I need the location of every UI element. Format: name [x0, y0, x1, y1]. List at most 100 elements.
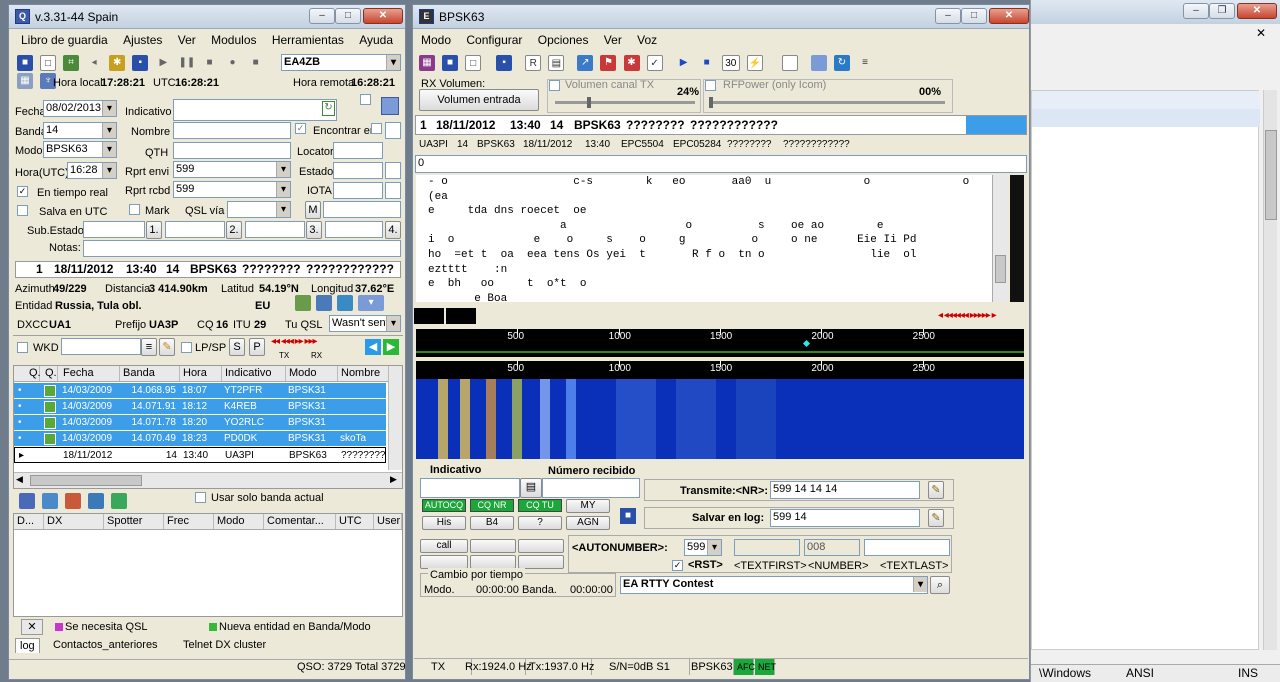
col-modo[interactable]: Modo — [286, 366, 338, 381]
copy-icon[interactable]: ▤ — [520, 478, 542, 498]
log-minimize-button[interactable]: – — [309, 8, 335, 24]
contest-search-icon[interactable]: ⌕ — [930, 576, 950, 594]
brush-icon[interactable]: ✎ — [159, 338, 175, 356]
photo-icon[interactable] — [316, 295, 333, 311]
sync-icon[interactable]: ↻ — [834, 55, 850, 71]
col-nombre[interactable]: Nombre — [338, 366, 390, 381]
agn-button[interactable]: AGN — [566, 516, 610, 530]
col-hora[interactable]: Hora — [180, 366, 222, 381]
col-q1[interactable]: Q. — [26, 366, 41, 381]
qth-field[interactable] — [173, 142, 291, 159]
rx-text-area[interactable]: - o c-s k eo aa0 u o o (ea e tda dns roece… — [416, 175, 992, 302]
menu-ayuda[interactable]: Ayuda — [359, 33, 393, 47]
fecha-field[interactable]: 08/02/2013 — [43, 100, 117, 117]
encontrar-checkbox-2[interactable] — [371, 123, 382, 134]
bg-scrollbar[interactable] — [1263, 90, 1277, 650]
afc-tool-icon[interactable]: ✱ — [623, 55, 640, 71]
spectrum-icon[interactable]: ▦ — [419, 55, 435, 71]
sub-estado-button-1[interactable]: 1. — [146, 221, 162, 239]
tab-log[interactable]: log — [15, 638, 40, 653]
status-net[interactable]: NET — [755, 659, 776, 675]
call-button[interactable]: call — [420, 539, 468, 553]
modem-new-icon[interactable]: □ — [465, 55, 482, 71]
notas-field[interactable] — [83, 240, 401, 257]
bg-restore-button[interactable]: ❐ — [1209, 3, 1235, 19]
modem-checkbox-icon[interactable] — [781, 55, 798, 71]
qsl-via-select[interactable] — [227, 201, 291, 218]
menu-modo[interactable]: Modo — [421, 33, 451, 47]
indicativo-checkbox[interactable] — [360, 94, 371, 105]
map-icon[interactable] — [295, 295, 311, 311]
refresh-icon[interactable]: ↻ — [322, 101, 335, 116]
spot-col-dx[interactable]: DX — [44, 514, 104, 529]
menu-modulos[interactable]: Modulos — [211, 33, 256, 47]
usar-banda-checkbox[interactable] — [195, 492, 206, 503]
macro-r-icon[interactable]: R — [525, 55, 542, 71]
autocq-button[interactable]: AUTOCQ — [422, 499, 466, 512]
nombre-field[interactable] — [173, 122, 291, 139]
sub-estado-button-2[interactable]: 2. — [226, 221, 242, 239]
log-grid-vscroll[interactable] — [388, 366, 402, 470]
banda-select[interactable]: 14 — [43, 122, 117, 139]
cluster-icon-4[interactable] — [88, 493, 105, 509]
tree-icon[interactable]: ⌗ — [63, 55, 80, 71]
bg-close-doc-icon[interactable]: ✕ — [1256, 26, 1266, 40]
macro-empty-3[interactable] — [420, 555, 468, 569]
open-icon[interactable]: ↗ — [577, 55, 594, 71]
tx-play-icon[interactable]: ▶ — [676, 55, 692, 71]
col-indicativo[interactable]: Indicativo — [222, 366, 286, 381]
rx-scrollbar[interactable] — [992, 175, 1008, 302]
macro-icon[interactable]: ▤ — [548, 55, 565, 71]
sub-estado-field-2[interactable] — [165, 221, 225, 238]
spot-col-frec[interactable]: Frec — [164, 514, 214, 529]
tu-qsl-select[interactable]: Wasn't sent — [329, 315, 401, 332]
autonumber-select[interactable]: 599 — [684, 539, 722, 556]
stop2-icon[interactable]: ■ — [248, 55, 264, 71]
col-q2[interactable]: Q. — [42, 366, 58, 381]
tx-rx-arrows[interactable]: ◂◂ ◂◂◂ ▸▸ ▸▸▸ — [271, 336, 318, 347]
col-fecha[interactable]: Fecha — [60, 366, 120, 381]
status-afc[interactable]: AFC — [734, 659, 755, 675]
numero-input[interactable] — [542, 478, 640, 498]
back-arrow-icon[interactable]: ◀ — [365, 339, 381, 355]
tab-contactos[interactable]: Contactos_anteriores — [53, 639, 158, 651]
spot-col-spotter[interactable]: Spotter — [104, 514, 164, 529]
modem-minimize-button[interactable]: – — [935, 8, 961, 24]
menu-herramientas[interactable]: Herramientas — [272, 33, 344, 47]
iota-field[interactable] — [333, 182, 383, 199]
log-grid-hscroll[interactable]: ◀ ▶ — [14, 472, 402, 488]
prev-arrow-icon[interactable]: ◂ — [86, 55, 102, 71]
tx-stop-icon[interactable]: ■ — [699, 55, 715, 71]
volumen-entrada-button[interactable]: Volumen entrada — [419, 89, 539, 111]
playback-arrows[interactable]: ◂ ◂◂◂◂◂◂ ▸▸▸▸▸ ▸ — [938, 310, 997, 321]
wkd-checkbox[interactable] — [17, 342, 28, 353]
spot-col-comentario[interactable]: Comentar... — [264, 514, 336, 529]
menu-ver[interactable]: Ver — [178, 33, 196, 47]
sub-estado-button-3[interactable]: 3. — [306, 221, 322, 239]
macro-empty-5[interactable] — [518, 555, 564, 569]
menu-ajustes[interactable]: Ajustes — [123, 33, 162, 47]
modem-disk-icon[interactable]: ▪ — [496, 55, 513, 71]
table-row[interactable]: ▸ 18/11/2012 14 13:40 UA3PI BPSK63???????? — [14, 447, 386, 463]
locator-field[interactable] — [333, 142, 383, 159]
cqnr-button[interactable]: CQ NR — [470, 499, 514, 512]
number-field[interactable]: 008 — [804, 539, 860, 556]
rst-checkbox[interactable]: ✓ — [672, 560, 683, 571]
cqtu-button[interactable]: CQ TU — [518, 499, 562, 512]
rprt-rcbd-select[interactable]: 599 — [173, 181, 291, 198]
p-button[interactable]: P — [249, 338, 265, 356]
spectrum-display[interactable]: 500 1000 1500 2000 2500 — [416, 329, 1024, 357]
cluster-icon-5[interactable] — [111, 493, 128, 509]
col-banda[interactable]: Banda — [120, 366, 180, 381]
station-callsign-select[interactable]: EA4ZB — [281, 54, 401, 71]
vol-tx-thumb[interactable] — [587, 97, 591, 108]
spot-col-user[interactable]: User — [374, 514, 402, 529]
transmite-field[interactable]: 599 14 14 14 — [770, 481, 920, 499]
salvar-edit-icon[interactable]: ✎ — [928, 509, 944, 527]
spot-col-modo[interactable]: Modo — [214, 514, 264, 529]
m-button[interactable]: M — [305, 201, 321, 219]
bg-minimize-button[interactable]: – — [1183, 3, 1209, 19]
tools-icon-2[interactable]: ✕ — [21, 619, 43, 635]
sub-estado-field-4[interactable] — [325, 221, 383, 238]
hora-field[interactable]: 16:28 — [67, 162, 117, 179]
